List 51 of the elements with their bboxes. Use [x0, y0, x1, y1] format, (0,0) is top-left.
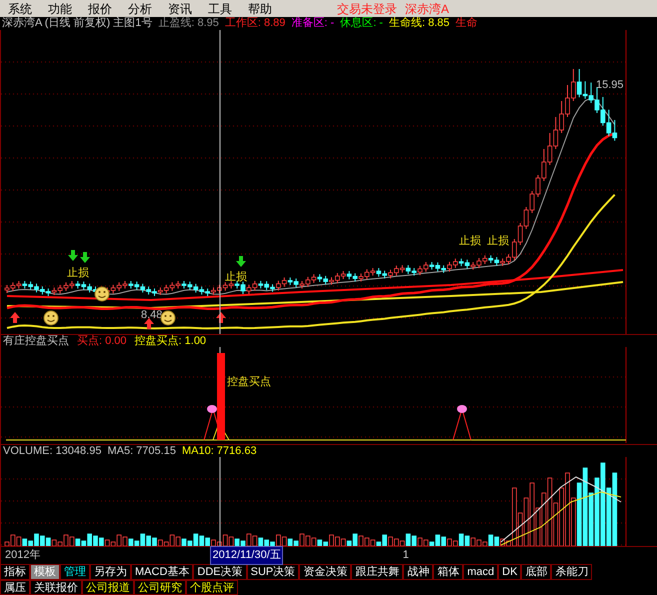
indicator-value: 准备区: -	[291, 18, 334, 29]
template-tab[interactable]: 另存为	[90, 564, 131, 580]
volume-value: MA10: 7716.63	[182, 446, 257, 457]
template-tab[interactable]: 管理	[60, 564, 90, 580]
menu-item[interactable]: 功能	[48, 0, 72, 18]
volume-value: VOLUME: 13048.95	[3, 446, 102, 457]
stop-loss-label: 止损	[459, 235, 481, 247]
buy-signal-label: 控盘买点	[227, 376, 271, 388]
stock-name: 深赤湾A	[404, 0, 449, 17]
indicator-value: 生命线: 8.85	[388, 18, 450, 29]
volume-value: MA5: 7705.15	[107, 446, 176, 457]
axis-tick-label: 1	[402, 548, 409, 564]
template-tab[interactable]: DDE决策	[193, 564, 247, 580]
low-price-label: 8.48	[141, 309, 162, 321]
info-tab[interactable]: 公司研究	[134, 580, 186, 595]
stop-loss-label: 止损	[225, 271, 247, 283]
template-tab[interactable]: 箱体	[433, 564, 464, 580]
info-tab[interactable]: 属压	[0, 580, 30, 595]
template-tab[interactable]: 战神	[403, 564, 434, 580]
indicator-value: 止盈线: 8.95	[158, 18, 219, 29]
template-tab[interactable]: 底部	[521, 564, 552, 580]
login-status: 交易未登录	[336, 0, 397, 17]
menu-item[interactable]: 报价	[88, 0, 112, 18]
template-tab[interactable]: macd	[463, 564, 498, 580]
info-tab[interactable]: 个股点评	[186, 580, 238, 595]
info-tab[interactable]: 公司报道	[82, 580, 134, 595]
info-tab[interactable]: 关联报价	[30, 580, 82, 595]
stop-loss-label: 止损	[67, 267, 89, 279]
high-price-label: 15.95	[596, 79, 624, 91]
cursor-date-label: 2012/11/30/五	[210, 546, 283, 565]
menu-item[interactable]: 帮助	[248, 0, 272, 18]
menu-item[interactable]: 资讯	[168, 0, 192, 18]
indicator-value: 生命	[456, 18, 478, 29]
template-tab[interactable]: DK	[498, 564, 522, 580]
template-tab[interactable]: 杀能刀	[551, 564, 592, 580]
menu-item[interactable]: 系统	[8, 0, 32, 18]
indicator-value: 休息区: -	[340, 18, 383, 29]
menu-item[interactable]: 工具	[208, 0, 232, 18]
template-tab[interactable]: MACD基本	[131, 564, 194, 580]
indicator-title: 有庄控盘买点	[3, 336, 69, 347]
indicator-value: 控盘买点: 1.00	[134, 336, 206, 347]
indicator-value: 工作区: 8.89	[224, 18, 286, 29]
template-tab[interactable]: 资金决策	[299, 564, 352, 580]
stop-loss-label: 止损	[487, 235, 509, 247]
template-tab[interactable]: SUP决策	[246, 564, 300, 580]
template-tab[interactable]: 跟庄共舞	[351, 564, 404, 580]
indicator-value: 买点: 0.00	[77, 336, 127, 347]
year-label: 2012年	[5, 548, 40, 564]
template-tab[interactable]: 指标	[0, 564, 30, 580]
indicator-value: 深赤湾A (日线 前复权) 主图1号	[2, 18, 152, 29]
menu-item[interactable]: 分析	[128, 0, 152, 18]
